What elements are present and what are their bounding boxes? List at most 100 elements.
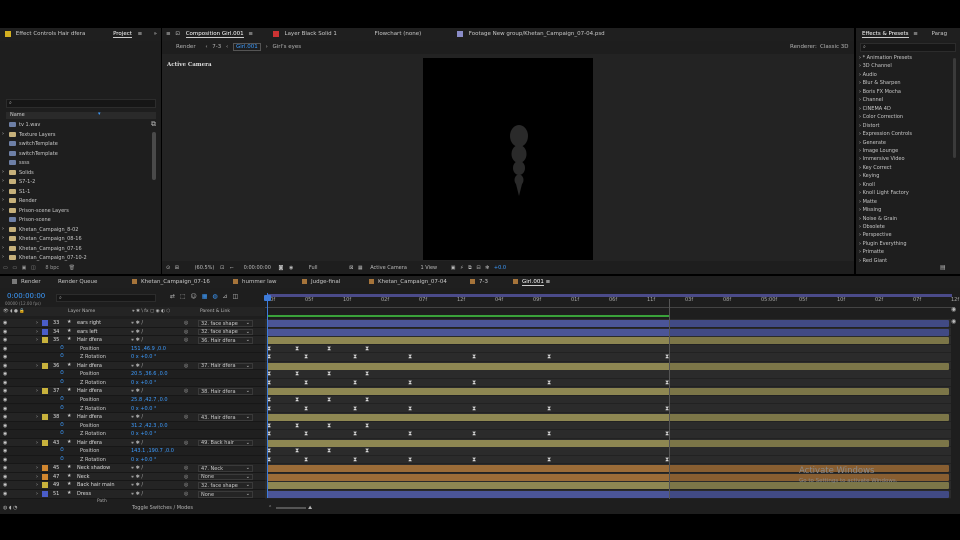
timeline-tab[interactable]: Girl.001 ≡ — [513, 276, 550, 288]
disclosure-arrow-icon[interactable]: › — [2, 179, 4, 184]
effects-search-input[interactable]: ⌕ — [860, 43, 956, 52]
exposure-value[interactable]: +0.0 — [494, 265, 506, 271]
project-item[interactable]: ssss — [4, 160, 150, 169]
disclosure-arrow-icon[interactable]: › — [2, 245, 4, 251]
expand-arrow-icon[interactable]: › — [36, 492, 38, 497]
property-row[interactable]: ◉ ⏱ Position 25.8 ,42.7 ,0.0 — [0, 395, 265, 405]
visibility-eye-icon[interactable]: ◉ — [3, 406, 7, 412]
expand-panel-icon[interactable]: » — [154, 28, 157, 41]
layer-row[interactable]: ◉ › 34 ★ ears left ⚹ ✱ / ◎ 32. face shape ⌄ — [0, 327, 265, 337]
layer-row[interactable]: ◉ › 36 ★ Hair dfera ⚹ ✱ / ◎ 37. Hair dfera ⌄ — [0, 361, 265, 371]
parent-dropdown[interactable]: 49. Back hair ⌄ — [198, 439, 253, 447]
comp-mini-flowchart-icon[interactable]: ⇄ — [170, 293, 175, 300]
effects-category-item[interactable]: › Key Correct — [859, 165, 892, 171]
disclosure-arrow-icon[interactable]: › — [2, 226, 4, 232]
keyframe-icon[interactable]: ⧗ — [547, 431, 551, 437]
expand-arrow-icon[interactable]: › — [36, 483, 38, 488]
frame-blending-icon[interactable]: ▦ — [202, 293, 208, 300]
layer-switches-icon[interactable]: ⚹ ✱ / — [131, 466, 143, 471]
keyframe-icon[interactable]: ⧗ — [408, 405, 412, 412]
playhead[interactable] — [267, 293, 268, 498]
layer-row[interactable]: ◉ › 47 ★ Neck ⚹ ✱ / ◎ None ⌄ — [0, 472, 265, 482]
breadcrumb-girl[interactable]: Girl.001 — [232, 43, 261, 51]
visibility-eye-icon[interactable]: ◉ — [3, 432, 7, 437]
visibility-eye-icon[interactable]: ◉ — [3, 415, 7, 420]
timeline-scroll-icon[interactable]: ◉ — [951, 306, 956, 313]
property-row[interactable]: ◉ ⏱ Z Rotation 0 x +0.0 ° — [0, 455, 265, 465]
keyframe-icon[interactable]: ⧗ — [327, 371, 331, 377]
region-of-interest-icon[interactable]: ⊠ — [349, 265, 353, 271]
keyframe-icon[interactable]: ⧗ — [353, 405, 357, 412]
keyframe-icon[interactable]: ⧗ — [547, 354, 551, 360]
keyframe-icon[interactable]: ⧗ — [353, 354, 357, 360]
effects-new-preset-icon[interactable]: ▤ — [940, 264, 946, 271]
project-item[interactable]: tv 1.wav — [4, 122, 150, 131]
layer-row[interactable]: ◉ › 37 ★ Hair dfera ⚹ ✱ / ◎ 38. Hair dfera ⌄ — [0, 387, 265, 396]
effects-category-item[interactable]: › Matte — [859, 199, 877, 205]
effects-category-item[interactable]: › Missing — [859, 208, 881, 213]
project-folder-item[interactable]: › S7-1-2 — [2, 179, 150, 188]
parent-dropdown[interactable]: None ⌄ — [198, 473, 253, 481]
property-value[interactable]: 0 x +0.0 ° — [131, 380, 157, 386]
project-folder-item[interactable]: › Prison-scene Layers — [2, 207, 150, 217]
playhead-handle[interactable] — [264, 295, 271, 301]
keyframe-icon[interactable]: ⧗ — [472, 456, 476, 463]
layer-switches-icon[interactable]: ⚹ ✱ / — [131, 474, 143, 480]
zoom-out-icon[interactable]: ⌃ — [268, 503, 272, 513]
visibility-eye-icon[interactable]: ◉ — [3, 321, 7, 326]
label-color-icon[interactable] — [42, 328, 48, 335]
label-color-icon[interactable] — [42, 414, 48, 421]
timeline-link-icon[interactable]: ⧉ — [468, 265, 472, 271]
keyframe-icon[interactable]: ⧗ — [472, 354, 476, 360]
graph-editor-icon[interactable]: ⊿ — [223, 293, 228, 300]
keyframe-icon[interactable]: ⧗ — [365, 345, 369, 352]
disclosure-arrow-icon[interactable]: › — [2, 188, 4, 194]
keyframe-icon[interactable]: ⧗ — [327, 345, 331, 352]
toggle-switches-modes[interactable]: Toggle Switches / Modes — [132, 503, 193, 513]
effects-scrollbar[interactable] — [953, 58, 956, 158]
parent-pickwhip-icon[interactable]: ◎ — [184, 474, 188, 480]
visibility-eye-icon[interactable]: ◉ — [3, 397, 7, 403]
expand-arrow-icon[interactable]: › — [36, 338, 38, 343]
keyframe-icon[interactable]: ⧗ — [408, 456, 412, 463]
layer-name[interactable]: Hair dfera — [77, 389, 102, 394]
layer-switches-icon[interactable]: ⚹ ✱ / — [131, 363, 143, 369]
tab-flowchart[interactable]: Flowchart (none) — [375, 31, 422, 37]
effects-category-item[interactable]: › Knoll — [859, 182, 875, 188]
layer-switches-icon[interactable]: ⚹ ✱ / — [131, 415, 143, 420]
resolution-dropdown[interactable]: Full — [309, 265, 318, 271]
effects-category-item[interactable]: › Color Correction — [859, 115, 903, 120]
keyframe-icon[interactable]: ⧗ — [365, 422, 369, 429]
parent-dropdown[interactable]: 43. Hair dfera ⌄ — [198, 414, 253, 421]
layer-name[interactable]: Hair dfera — [77, 363, 102, 369]
property-value[interactable]: 31.2 ,42.3 ,0.0 — [131, 423, 168, 429]
effects-category-item[interactable]: › Perspective — [859, 233, 892, 238]
effects-category-item[interactable]: › Noise & Grain — [859, 216, 897, 222]
stopwatch-icon[interactable]: ⏱ — [60, 396, 64, 402]
effects-category-item[interactable]: › Expression Controls — [859, 132, 912, 137]
flowchart-view-icon[interactable]: ⊟ — [476, 265, 480, 271]
expand-arrow-icon[interactable]: › — [36, 474, 38, 480]
keyframe-icon[interactable]: ⧗ — [472, 405, 476, 412]
expand-arrow-icon[interactable]: › — [36, 415, 38, 420]
camera-dropdown[interactable]: Active Camera — [370, 265, 407, 271]
work-area-end-marker[interactable] — [669, 299, 670, 499]
parent-dropdown[interactable]: 32. face shape ⌄ — [198, 320, 253, 327]
keyframe-icon[interactable]: ⧗ — [547, 405, 551, 412]
breadcrumb-7-3[interactable]: 7-3 — [212, 44, 221, 50]
project-scrollbar[interactable] — [152, 132, 156, 180]
layer-switches-icon[interactable]: ⚹ ✱ / — [131, 389, 143, 394]
keyframe-icon[interactable]: ⧗ — [365, 371, 369, 377]
snapshot-icon[interactable]: ◙ — [279, 265, 284, 271]
column-parent[interactable]: Parent & Link — [200, 307, 230, 316]
visibility-eye-icon[interactable]: ◉ — [3, 440, 7, 446]
label-color-icon[interactable] — [42, 439, 48, 446]
property-row[interactable]: ◉ ⏱ Position 31.2 ,42.3 ,0.0 — [0, 421, 265, 431]
flowchart-icon[interactable]: ⧉ — [151, 120, 156, 129]
project-item[interactable]: switchTemplate — [4, 150, 150, 160]
layer-row[interactable]: ◉ › 35 ★ Hair dfera ⚹ ✱ / ◎ 36. Hair dfera ⌄ — [0, 336, 265, 345]
renderer-value[interactable]: Classic 3D — [820, 42, 849, 53]
parent-pickwhip-icon[interactable]: ◎ — [184, 321, 188, 326]
property-row[interactable]: ◉ ⏱ Position 20.5 ,36.6 ,0.0 — [0, 370, 265, 379]
visibility-eye-icon[interactable]: ◉ — [3, 389, 7, 394]
